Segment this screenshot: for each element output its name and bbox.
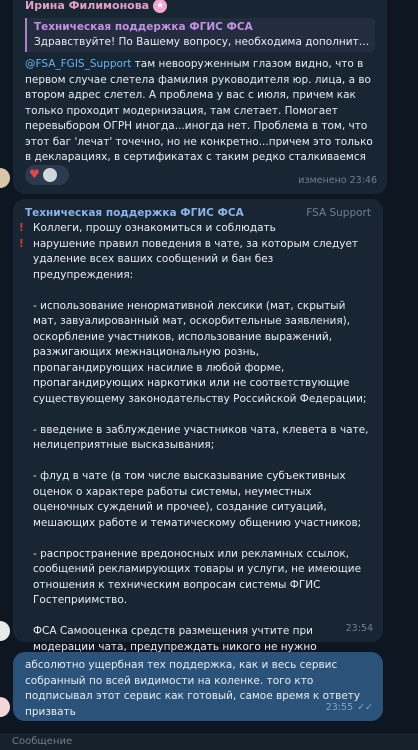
reply-text: Здравствуйте! По Вашему вопросу, необход… <box>34 36 375 48</box>
exclamation-icon: ! <box>19 237 24 250</box>
user-avatar[interactable] <box>0 621 10 641</box>
message-meta: 23:55 ✓✓ <box>326 700 373 716</box>
message-time: изменено 23:46 <box>298 174 377 186</box>
sender-header: Техническая поддержка ФГИС ФСА FSA Suppo… <box>25 205 371 221</box>
message-input-bar[interactable]: Сообщение <box>0 732 418 750</box>
message-text: @FSA_FGIS_Support там невооруженным глаз… <box>25 58 377 163</box>
reply-title: Техническая поддержка ФГИС ФСА <box>34 21 253 33</box>
reply-quote[interactable]: Техническая поддержка ФГИС ФСА Здравству… <box>25 18 375 52</box>
reaction-badge[interactable]: ♥ <box>25 165 69 185</box>
message-input[interactable]: Сообщение <box>12 736 72 747</box>
reactor-avatar <box>42 168 57 182</box>
message-text: абсолютно ущербная тех поддержка, как и … <box>25 659 364 718</box>
sender-role: FSA Support <box>306 207 371 219</box>
warning-icons: ! ! <box>19 221 24 252</box>
exclamation-icon: ! <box>19 222 24 234</box>
message-bubble[interactable]: абсолютно ущербная тех поддержка, как и … <box>13 652 383 721</box>
sender-name[interactable]: Техническая поддержка ФГИС ФСА <box>25 205 244 221</box>
user-avatar[interactable] <box>0 168 10 188</box>
heart-icon: ♥ <box>29 167 40 182</box>
user-avatar[interactable] <box>0 697 10 717</box>
mention-link[interactable]: @FSA_FGIS_Support <box>25 58 131 70</box>
message-text: Коллеги, прошу ознакомиться и соблюдать … <box>33 222 369 653</box>
message-time: 23:54 <box>345 622 373 634</box>
read-checkmark-icon: ✓✓ <box>357 701 373 713</box>
message-time: 23:55 <box>325 701 354 713</box>
message-bubble[interactable]: Техническая поддержка ФГИС ФСА FSA Suppo… <box>13 199 383 653</box>
sender-name[interactable]: Ирина Филимонова ★ <box>25 0 375 14</box>
chat-area: Ирина Филимонова ★ Техническая поддержка… <box>0 0 418 750</box>
message-bubble[interactable]: Ирина Филимонова ★ Техническая поддержка… <box>13 0 387 194</box>
star-icon: ★ <box>153 0 168 13</box>
